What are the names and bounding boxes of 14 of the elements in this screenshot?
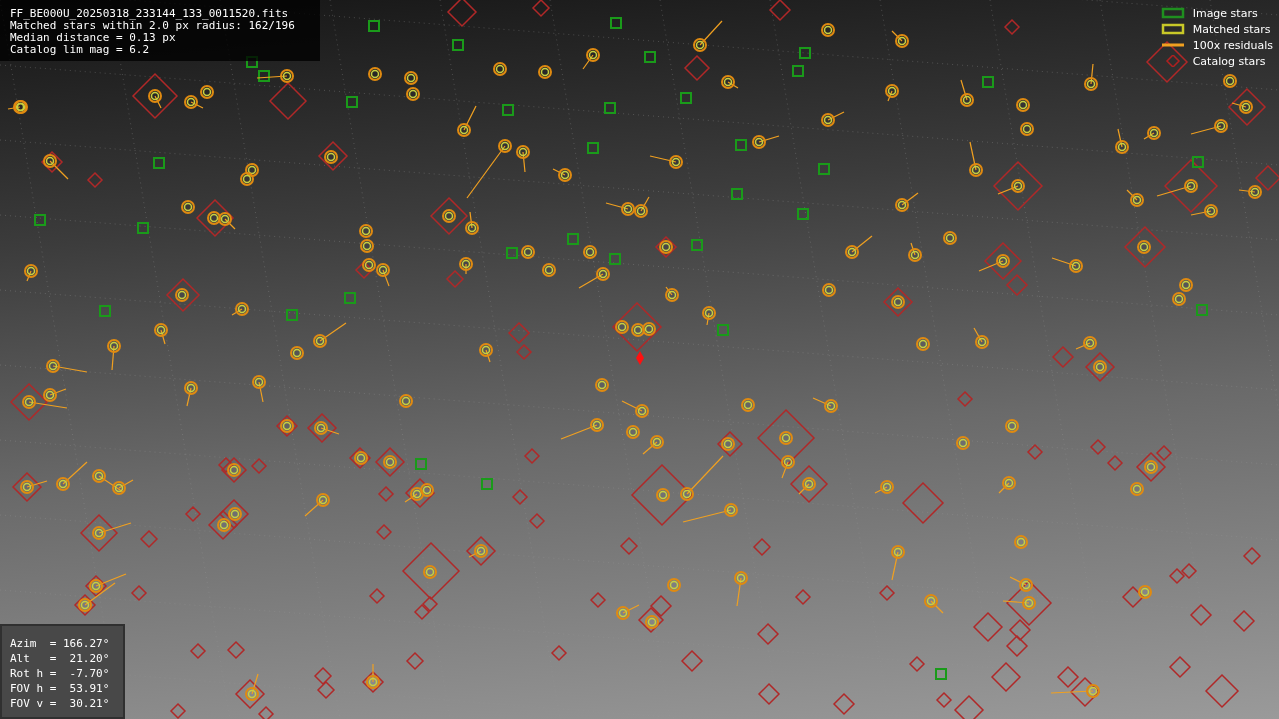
pointing-value: Alt = 21.20°: [10, 651, 111, 666]
pointing-value: Rot h = -7.70°: [10, 666, 111, 681]
legend-label: Matched stars: [1192, 22, 1271, 36]
legend-label: 100x residuals: [1192, 38, 1273, 52]
legend-label: Image stars: [1192, 6, 1258, 20]
info-line: Catalog lim mag = 6.2: [10, 44, 151, 56]
info-line: Matched stars within 2.0 px radius: 162/196: [10, 20, 296, 32]
pointing-value: FOV h = 53.91°: [10, 681, 111, 696]
info-line: Median distance = 0.13 px: [10, 32, 177, 44]
pointing-value: FOV v = 30.21°: [10, 696, 111, 711]
center-cross-icon: [636, 351, 644, 365]
legend-label: Catalog stars: [1192, 54, 1266, 68]
info-line: FF_BE000U_20250318_233144_133_0011520.fits: [10, 8, 290, 20]
pointing-value: Azim = 166.27°: [10, 636, 111, 651]
